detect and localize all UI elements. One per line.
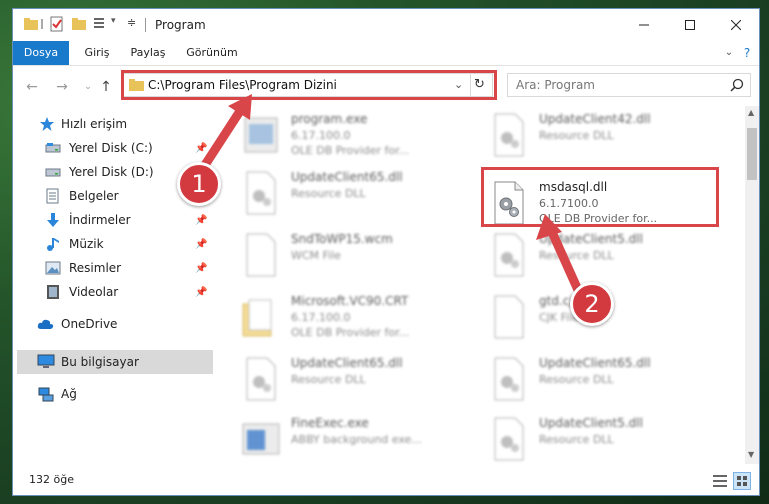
arrow-1	[200, 94, 252, 170]
arrow-2	[536, 214, 583, 295]
step-badge-2: 2	[570, 282, 614, 326]
annotation-arrows	[200, 94, 583, 295]
step-badge-1: 1	[177, 162, 221, 206]
